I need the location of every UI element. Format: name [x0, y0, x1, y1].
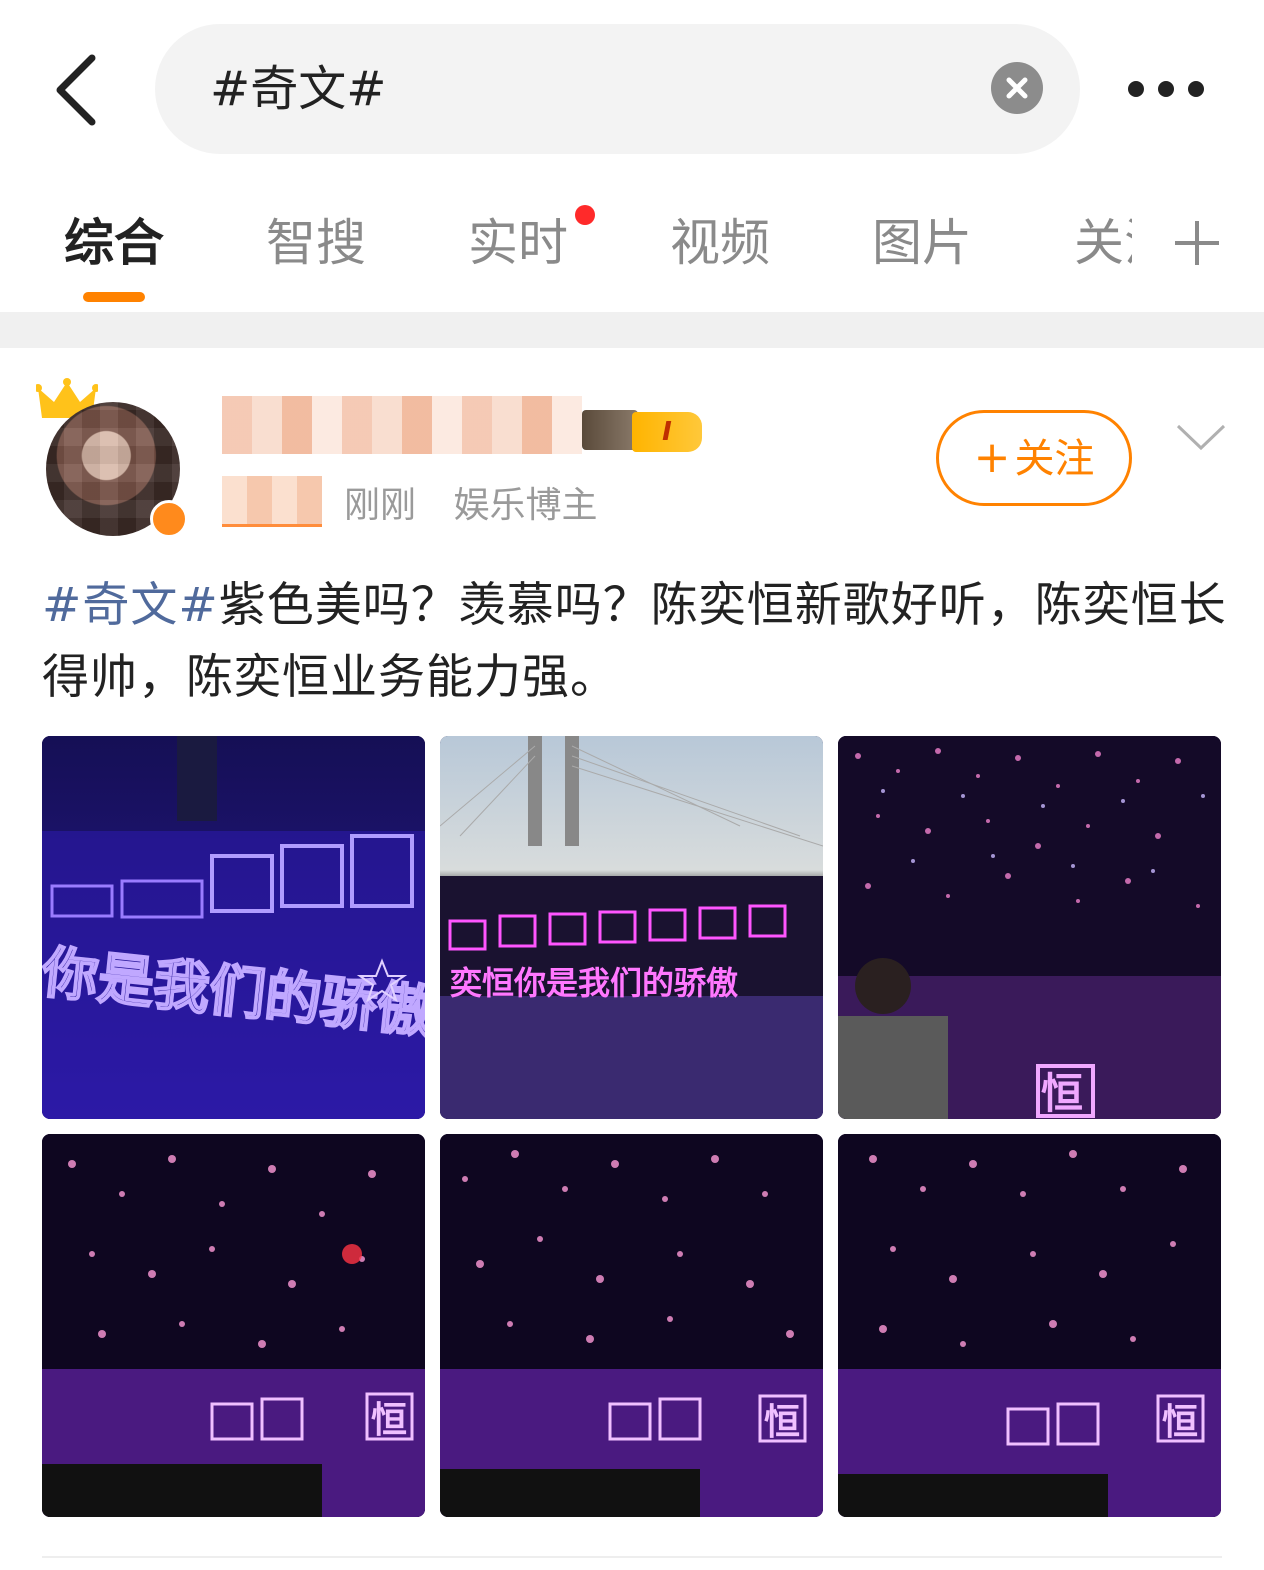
- plus-icon: +: [973, 432, 1011, 483]
- bridge-neon-photo: 奕恒你是我们的骄傲: [440, 736, 823, 1119]
- photo-thumbnail[interactable]: 恒: [838, 736, 1221, 1119]
- post-body-text: 紫色美吗？羡慕吗？陈奕恒新歌好听，陈奕恒长得帅，陈奕恒业务能力强。: [42, 578, 1227, 705]
- expand-menu-button[interactable]: [1175, 422, 1227, 452]
- tab-images[interactable]: 图片: [872, 208, 972, 278]
- confetti-night-photo: 恒: [838, 1134, 1221, 1517]
- search-tabs: 综合 智搜 实时 视频 图片 关注: [0, 190, 1264, 310]
- photo-grid: 你是我们的骄傲 奕恒你是我们的骄傲 恒 恒 恒 恒: [42, 736, 1222, 1518]
- photo-caption: 奕恒你是我们的骄傲: [450, 964, 738, 1002]
- photo-caption: 恒: [764, 1402, 800, 1443]
- photo-caption: 恒: [1162, 1402, 1198, 1443]
- confetti-night-photo: 恒: [440, 1134, 823, 1517]
- tab-realtime[interactable]: 实时: [468, 208, 568, 278]
- more-dot-icon: [1188, 81, 1204, 97]
- search-query-text: #奇文#: [210, 61, 387, 117]
- photo-thumbnail[interactable]: 恒: [42, 1134, 425, 1517]
- follow-label: 关注: [1014, 436, 1095, 482]
- top-bar: #奇文#: [0, 0, 1264, 175]
- tab-video[interactable]: 视频: [670, 208, 770, 278]
- follow-button[interactable]: + 关注: [936, 410, 1132, 506]
- member-badge-icon: [582, 410, 638, 450]
- tab-following[interactable]: 关注: [1074, 208, 1132, 278]
- close-icon: [1006, 77, 1028, 99]
- neon-sign-photo: 你是我们的骄傲: [42, 736, 425, 1119]
- clear-search-button[interactable]: [991, 62, 1043, 114]
- photo-thumbnail[interactable]: 恒: [838, 1134, 1221, 1517]
- tab-comprehensive[interactable]: 综合: [64, 208, 164, 278]
- author-tag-blurred: [222, 476, 322, 527]
- add-tab-button[interactable]: [1172, 218, 1222, 268]
- photo-thumbnail[interactable]: 恒: [440, 1134, 823, 1517]
- back-button[interactable]: [48, 50, 108, 130]
- post-divider: [42, 1556, 1222, 1558]
- tab-smart-search[interactable]: 智搜: [266, 208, 366, 278]
- more-options-button[interactable]: [1124, 72, 1208, 106]
- plus-icon: [1175, 221, 1219, 265]
- photo-caption: 恒: [371, 1400, 407, 1441]
- notification-dot: [575, 205, 595, 225]
- confetti-night-photo: 恒: [42, 1134, 425, 1517]
- search-input[interactable]: #奇文#: [155, 24, 1080, 154]
- level-badge-text: I: [632, 412, 702, 452]
- back-arrow-icon: [56, 54, 96, 126]
- vip-badge-icon: [150, 500, 188, 538]
- active-tab-indicator: [83, 292, 145, 302]
- more-dot-icon: [1128, 81, 1144, 97]
- confetti-crowd-photo: 恒: [838, 736, 1221, 1119]
- photo-caption: 恒: [1041, 1069, 1083, 1118]
- section-separator: [0, 312, 1264, 348]
- post-source: 娱乐博主: [453, 485, 598, 526]
- post-header: I 刚刚 娱乐博主 + 关注: [0, 360, 1264, 550]
- more-dot-icon: [1158, 81, 1174, 97]
- chevron-down-icon: [1176, 424, 1226, 451]
- post-meta: 刚刚 娱乐博主: [344, 476, 623, 528]
- post-body: #奇文#紫色美吗？羡慕吗？陈奕恒新歌好听，陈奕恒长得帅，陈奕恒业务能力强。: [42, 570, 1232, 714]
- author-name-blurred[interactable]: [222, 396, 582, 454]
- post-time: 刚刚: [344, 485, 417, 526]
- photo-thumbnail[interactable]: 奕恒你是我们的骄傲: [440, 736, 823, 1119]
- hashtag-link[interactable]: #奇文#: [42, 578, 219, 633]
- photo-thumbnail[interactable]: 你是我们的骄傲: [42, 736, 425, 1119]
- level-badge: I: [582, 410, 710, 454]
